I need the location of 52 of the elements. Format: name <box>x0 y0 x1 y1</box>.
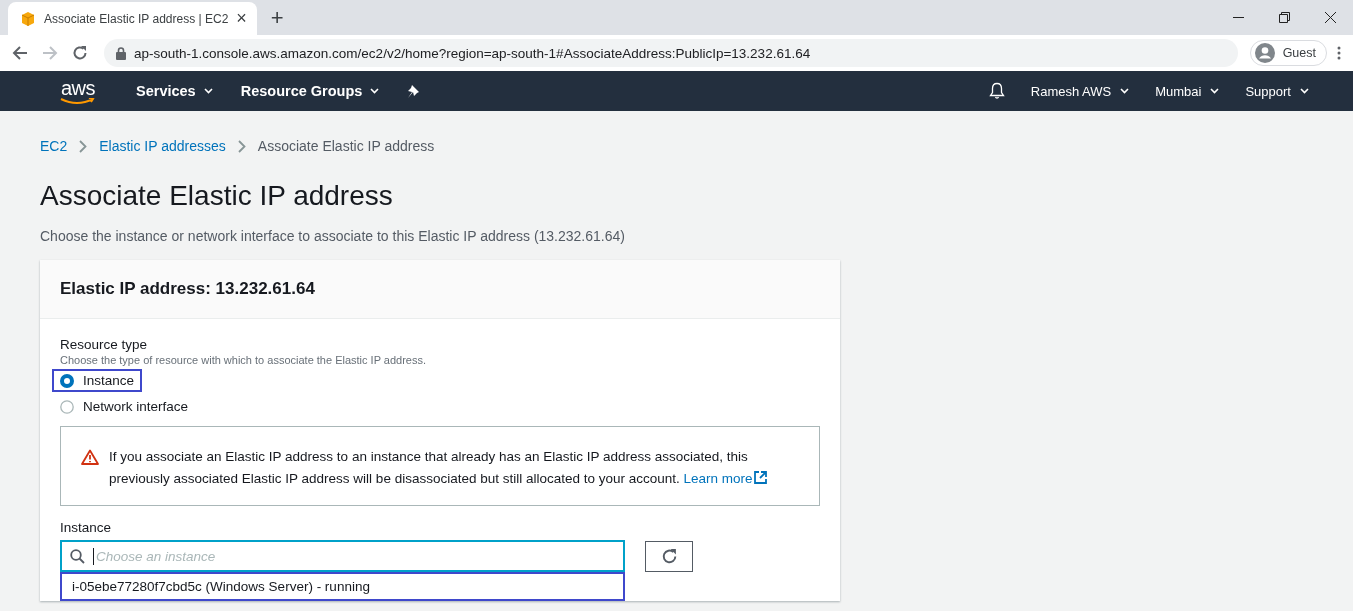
caret-icon <box>370 88 380 94</box>
pin-icon[interactable] <box>407 83 422 99</box>
radio-button[interactable] <box>60 399 74 414</box>
minimize-icon <box>1232 17 1244 18</box>
breadcrumb-link[interactable]: EC2 <box>40 138 68 154</box>
nav-menu[interactable]: Mumbai <box>1155 83 1220 99</box>
tab-title: Associate Elastic IP address | EC2 <box>44 11 229 26</box>
instance-search-field[interactable]: Choose an instance <box>60 540 625 572</box>
learn-more-link[interactable]: Learn more <box>683 471 767 486</box>
caret-icon <box>1210 88 1220 94</box>
page-title: Associate Elastic IP address <box>40 180 394 212</box>
close-tab-button[interactable]: × <box>236 8 247 29</box>
radio-option[interactable]: Network interface <box>52 395 197 418</box>
chevron-icon <box>79 139 88 153</box>
browser-tab[interactable]: Associate Elastic IP address | EC2 × <box>8 2 257 35</box>
search-icon <box>70 548 85 564</box>
address-bar[interactable]: ap-south-1.console.aws.amazon.com/ec2/v2/home?region=ap-south-1#AssociateAddress:PublicIp=13.232.61.64 <box>104 39 1238 67</box>
bell-icon[interactable] <box>988 82 1005 100</box>
new-tab-button[interactable]: + <box>270 5 284 31</box>
field-label: Resource type <box>60 337 149 352</box>
card-title: Elastic IP address: 13.232.61.64 <box>40 260 840 319</box>
refresh-icon <box>660 547 678 565</box>
radio-button[interactable] <box>60 373 74 388</box>
radio-option[interactable]: Instance <box>52 369 143 392</box>
reload-icon <box>72 45 88 61</box>
close-icon <box>1324 12 1336 23</box>
restore-icon <box>1278 12 1290 23</box>
lock-icon <box>116 46 126 60</box>
box-icon <box>20 10 36 27</box>
profile-button[interactable]: Guest <box>1249 40 1327 66</box>
aws-logo[interactable]: aws <box>60 77 96 105</box>
warning-icon <box>81 449 99 465</box>
breadcrumb-current: Associate Elastic IP address <box>257 138 435 154</box>
url-text: ap-south-1.console.aws.amazon.com/ec2/v2/home?region=ap-south-1#AssociateAddress:PublicIp=13.232.61.64 <box>134 45 811 61</box>
back-arrow-icon <box>12 45 28 61</box>
page-description: Choose the instance or network interface to associate to this Elastic IP address (13.232.61.64) <box>40 228 626 244</box>
refresh-button[interactable] <box>645 540 693 572</box>
nav-menu[interactable]: Support <box>1245 83 1309 99</box>
dropdown-option[interactable]: i-05ebe77280f7cbd5c (Windows Server) - running <box>60 572 625 601</box>
nav-menu[interactable]: Services <box>136 83 213 99</box>
alert-text: If you associate an Elastic IP address to an instance that already has an Elastic IP address associated, this previously associated Elastic IP address will be disassociated but still allocated to your account. Learn more <box>109 446 799 490</box>
breadcrumb-link[interactable]: Elastic IP addresses <box>99 138 226 154</box>
field-label: Instance <box>60 520 113 535</box>
avatar-icon <box>1254 43 1275 63</box>
nav-menu[interactable]: Ramesh AWS <box>1030 83 1130 99</box>
field-description: Choose the type of resource with which to associate the Elastic IP address. <box>60 354 428 366</box>
caret-icon <box>203 88 213 94</box>
caret-icon <box>1300 88 1309 94</box>
chevron-icon <box>237 139 246 153</box>
nav-menu[interactable]: Resource Groups <box>240 83 380 99</box>
external-link-icon <box>753 471 767 484</box>
caret-icon <box>1120 88 1130 94</box>
